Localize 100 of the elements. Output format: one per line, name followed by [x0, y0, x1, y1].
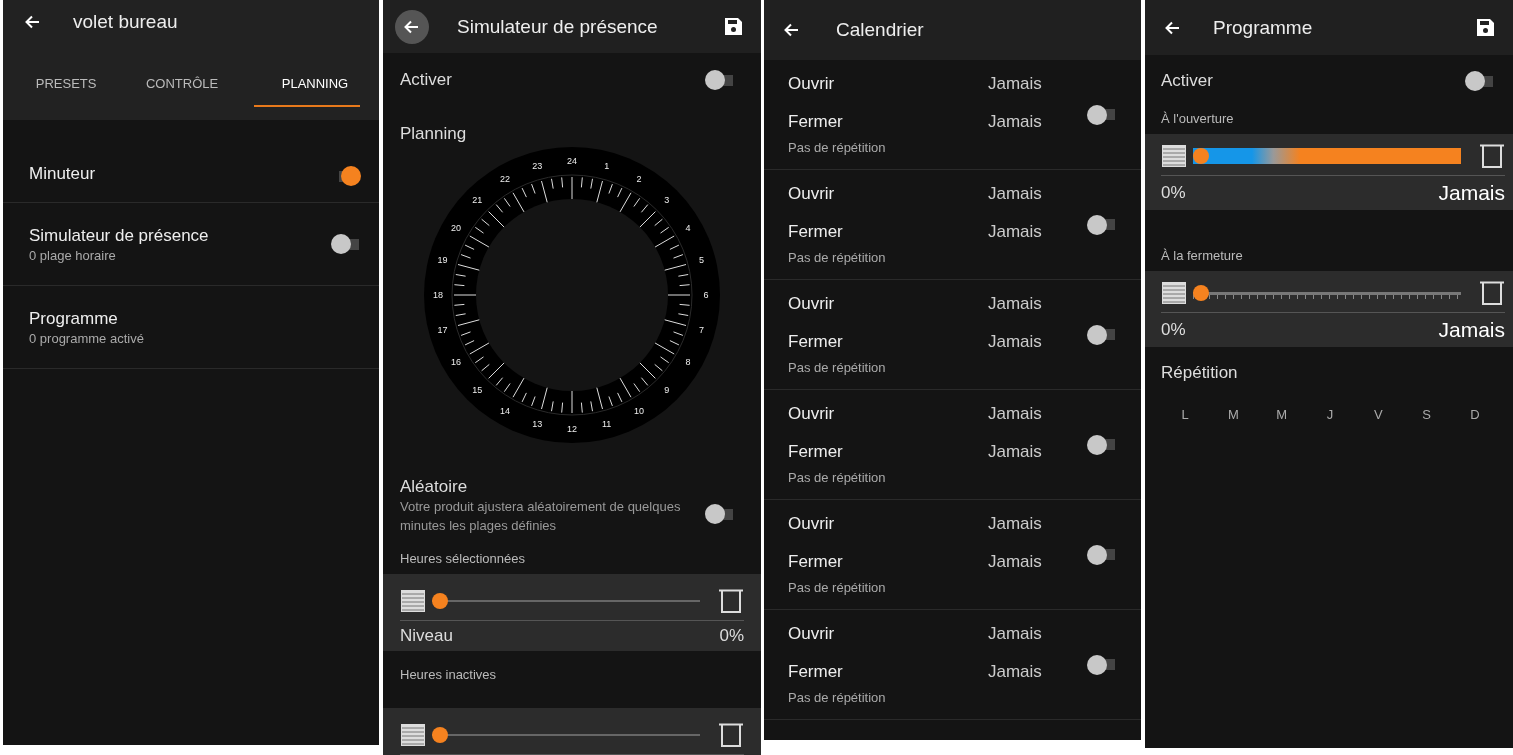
repeat-text: Pas de répétition	[788, 360, 887, 375]
hour-label: 12	[567, 424, 577, 434]
weekday-toggle[interactable]: J	[1320, 405, 1340, 425]
hour-label: 9	[664, 384, 670, 395]
action-label: Ouvrir	[788, 404, 836, 424]
slider-thumb[interactable]	[1193, 148, 1209, 164]
closed-shutter-icon	[1161, 281, 1187, 305]
schedule-entry[interactable]: Ouvrir Jamais Fermer Jamais Pas de répétition	[764, 60, 1141, 170]
closed-shutter-icon	[400, 589, 426, 613]
hour-label: 8	[685, 357, 691, 367]
slider-track[interactable]	[1193, 148, 1461, 164]
toggle-switch[interactable]	[705, 504, 735, 524]
toggle-switch[interactable]	[1087, 214, 1117, 235]
action-time: Jamais	[988, 332, 1042, 352]
slider-thumb[interactable]	[1193, 285, 1209, 301]
repeat-text: Pas de répétition	[788, 470, 887, 485]
list-item[interactable]: Minuteur	[3, 120, 379, 203]
toggle-switch[interactable]	[705, 70, 735, 90]
weekday-toggle[interactable]: S	[1416, 405, 1437, 425]
action-time: Jamais	[988, 74, 1042, 94]
weekday-toggle[interactable]: L	[1175, 405, 1195, 425]
toggle-switch[interactable]	[1087, 324, 1117, 345]
item-title: Programme	[29, 308, 119, 329]
hour-label: 24	[567, 156, 577, 166]
action-label: Fermer	[788, 552, 844, 572]
schedule-entry[interactable]: Ouvrir Jamais Fermer Jamais Pas de répétition	[764, 610, 1141, 720]
open-window-icon	[718, 723, 744, 747]
action-time: Jamais	[988, 222, 1042, 242]
toggle-switch[interactable]	[1087, 654, 1117, 675]
tab[interactable]: PLANNING	[253, 64, 361, 107]
toggle-switch[interactable]	[331, 234, 361, 254]
hour-label: 7	[698, 324, 704, 335]
action-label: Fermer	[788, 332, 844, 352]
toggle-switch[interactable]	[1087, 104, 1117, 125]
hour-label: 3	[664, 195, 670, 206]
item-subtitle: 0 programme activé	[29, 330, 144, 346]
action-time: Jamais	[988, 552, 1042, 572]
hour-label: 19	[437, 255, 448, 266]
action-label: Fermer	[788, 222, 844, 242]
level-value: 0%	[1161, 183, 1186, 203]
save-icon[interactable]	[1476, 18, 1495, 37]
slider-thumb[interactable]	[432, 727, 448, 743]
hour-label: 21	[472, 195, 483, 206]
action-label: Ouvrir	[788, 184, 836, 204]
hour-label: 10	[634, 406, 644, 416]
weekday-toggle[interactable]: M	[1271, 405, 1292, 425]
schedule-entry[interactable]: Ouvrir Jamais Fermer Jamais Pas de répétition	[764, 280, 1141, 390]
action-label: Ouvrir	[788, 74, 836, 94]
open-window-icon	[1479, 144, 1505, 168]
hour-label: 4	[685, 223, 691, 233]
level-value: 0%	[1161, 320, 1186, 340]
slider-thumb[interactable]	[432, 593, 448, 609]
weekday-toggle[interactable]: D	[1464, 405, 1485, 425]
hour-label: 1	[604, 160, 610, 171]
toggle-switch[interactable]	[1087, 544, 1117, 565]
hour-label: 16	[451, 357, 461, 367]
hour-label: 6	[703, 290, 709, 300]
hour-label: 17	[437, 324, 448, 335]
weekday-toggle[interactable]: V	[1368, 405, 1389, 425]
repeat-text: Pas de répétition	[788, 580, 887, 595]
hour-label: 13	[532, 419, 543, 430]
list-item[interactable]: Simulateur de présence 0 plage horaire	[3, 203, 379, 286]
hour-label: 23	[532, 160, 543, 171]
screen-title: Programme	[1213, 16, 1313, 39]
action-label: Ouvrir	[788, 294, 836, 314]
action-label: Fermer	[788, 112, 844, 132]
schedule-entry[interactable]: Ouvrir Jamais Fermer Jamais Pas de répétition	[764, 500, 1141, 610]
open-window-icon	[1479, 281, 1505, 305]
clock-dial-drawing[interactable]	[424, 147, 720, 443]
toggle-switch[interactable]	[1465, 71, 1495, 91]
repeat-text: Pas de répétition	[788, 140, 887, 155]
schedule-entry[interactable]: Ouvrir Jamais Fermer Jamais Pas de répétition	[764, 390, 1141, 500]
repeat-text: Pas de répétition	[788, 250, 887, 265]
action-time: Jamais	[988, 404, 1042, 424]
level-value: 0%	[719, 626, 744, 646]
action-label: Ouvrir	[788, 514, 836, 534]
tab[interactable]: CONTRÔLE	[132, 64, 233, 107]
time-value: Jamais	[1438, 181, 1505, 205]
repeat-text: Pas de répétition	[788, 690, 887, 705]
save-icon[interactable]	[724, 17, 743, 36]
weekday-toggle[interactable]: M	[1223, 405, 1244, 425]
schedule-entry[interactable]: Ouvrir Jamais Fermer Jamais Pas de répétition	[764, 170, 1141, 280]
hour-label: 22	[500, 174, 510, 184]
hour-label: 11	[602, 419, 612, 430]
action-time: Jamais	[988, 624, 1042, 644]
tab[interactable]: PRESETS	[21, 64, 111, 107]
section-label: À la fermeture	[1160, 247, 1244, 265]
hour-label: 5	[698, 255, 704, 266]
action-time: Jamais	[988, 514, 1042, 534]
action-time: Jamais	[988, 184, 1042, 204]
toggle-switch[interactable]	[1087, 434, 1117, 455]
closed-shutter-icon	[1161, 144, 1187, 168]
level-label: Niveau	[400, 626, 453, 646]
section-label: Planning	[399, 123, 468, 144]
item-title: Minuteur	[29, 164, 96, 184]
list-item[interactable]: Programme 0 programme activé	[3, 286, 379, 369]
setting-label: Activer	[1161, 71, 1213, 91]
screen-title: Simulateur de présence	[457, 15, 658, 38]
setting-description: Votre produit ajustera aléatoirement de quelques minutes les plages définies	[400, 498, 682, 535]
section-label: Heures sélectionnées	[399, 550, 527, 568]
